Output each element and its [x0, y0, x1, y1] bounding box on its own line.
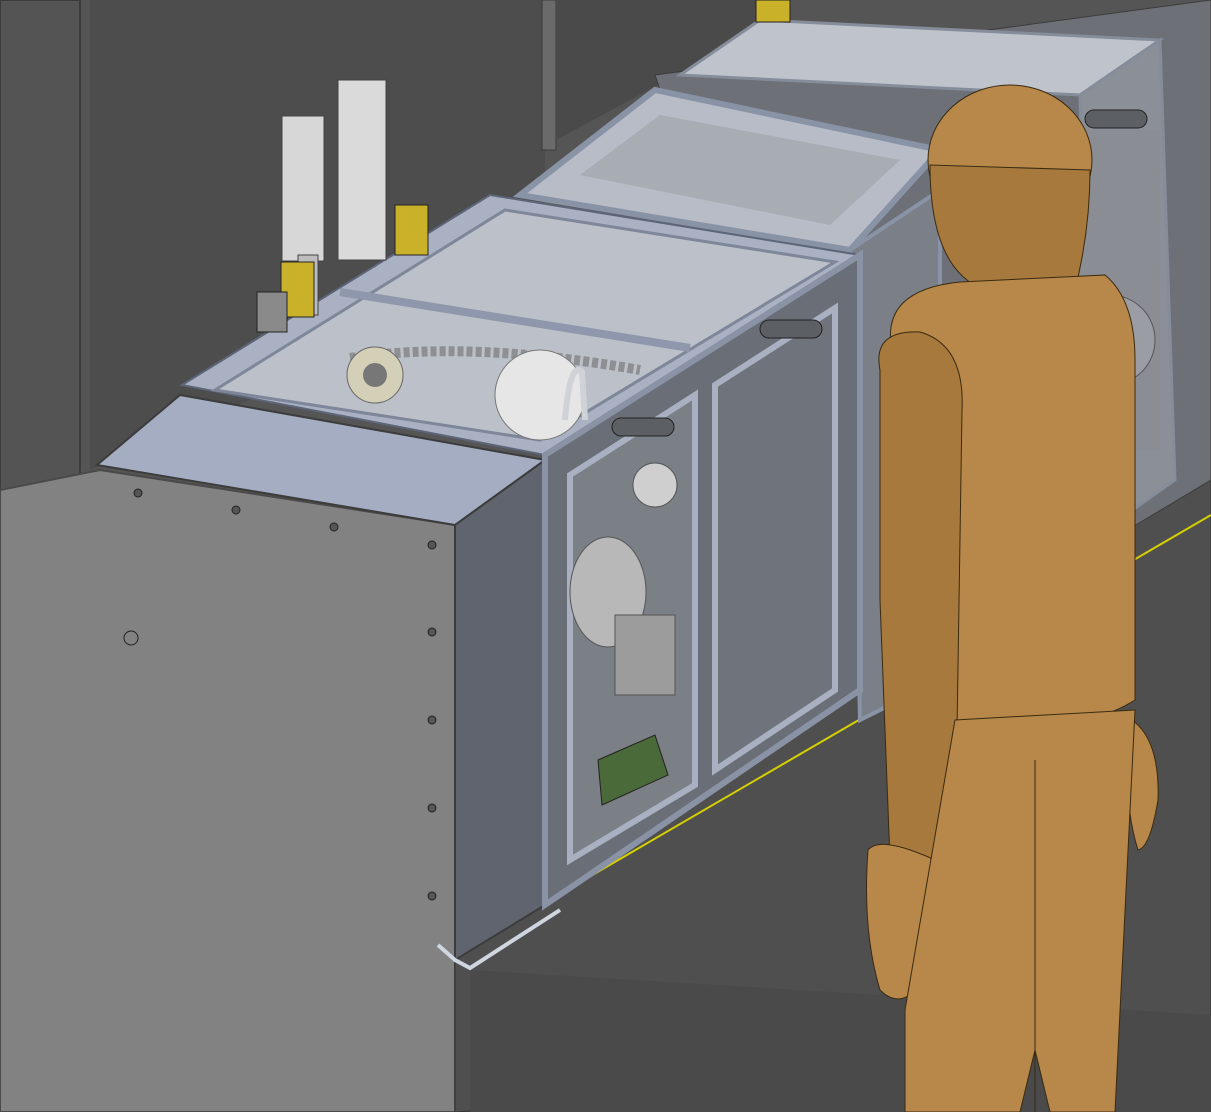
switch-body — [281, 115, 325, 262]
top-cover-side-plate — [454, 458, 546, 962]
screw — [427, 627, 437, 637]
screw — [427, 715, 437, 725]
safety-interlock-switch-b — [337, 79, 387, 261]
door-handle-front — [611, 417, 675, 437]
screw — [427, 540, 437, 550]
assembly-scene — [0, 0, 1211, 1112]
sprocket-hub — [363, 363, 387, 387]
idler-sprocket — [632, 462, 678, 508]
door-handle-middle — [759, 319, 823, 339]
wall-post — [541, 0, 557, 151]
door-handle-rear — [1084, 109, 1148, 129]
cad-viewport — [0, 0, 1211, 1112]
screw — [133, 488, 143, 498]
screw — [427, 803, 437, 813]
glass-panel-front-side-right — [712, 302, 838, 776]
motor-mount — [614, 614, 676, 696]
screw — [329, 522, 339, 532]
switch-body — [337, 79, 387, 261]
bracket — [394, 204, 429, 256]
screw — [427, 891, 437, 901]
bracket — [755, 0, 791, 23]
sprocket-large — [494, 349, 586, 441]
screw — [231, 505, 241, 515]
wall-panel-left — [0, 0, 81, 507]
bracket-base — [256, 291, 288, 333]
base-cabinet-front — [0, 468, 456, 1112]
